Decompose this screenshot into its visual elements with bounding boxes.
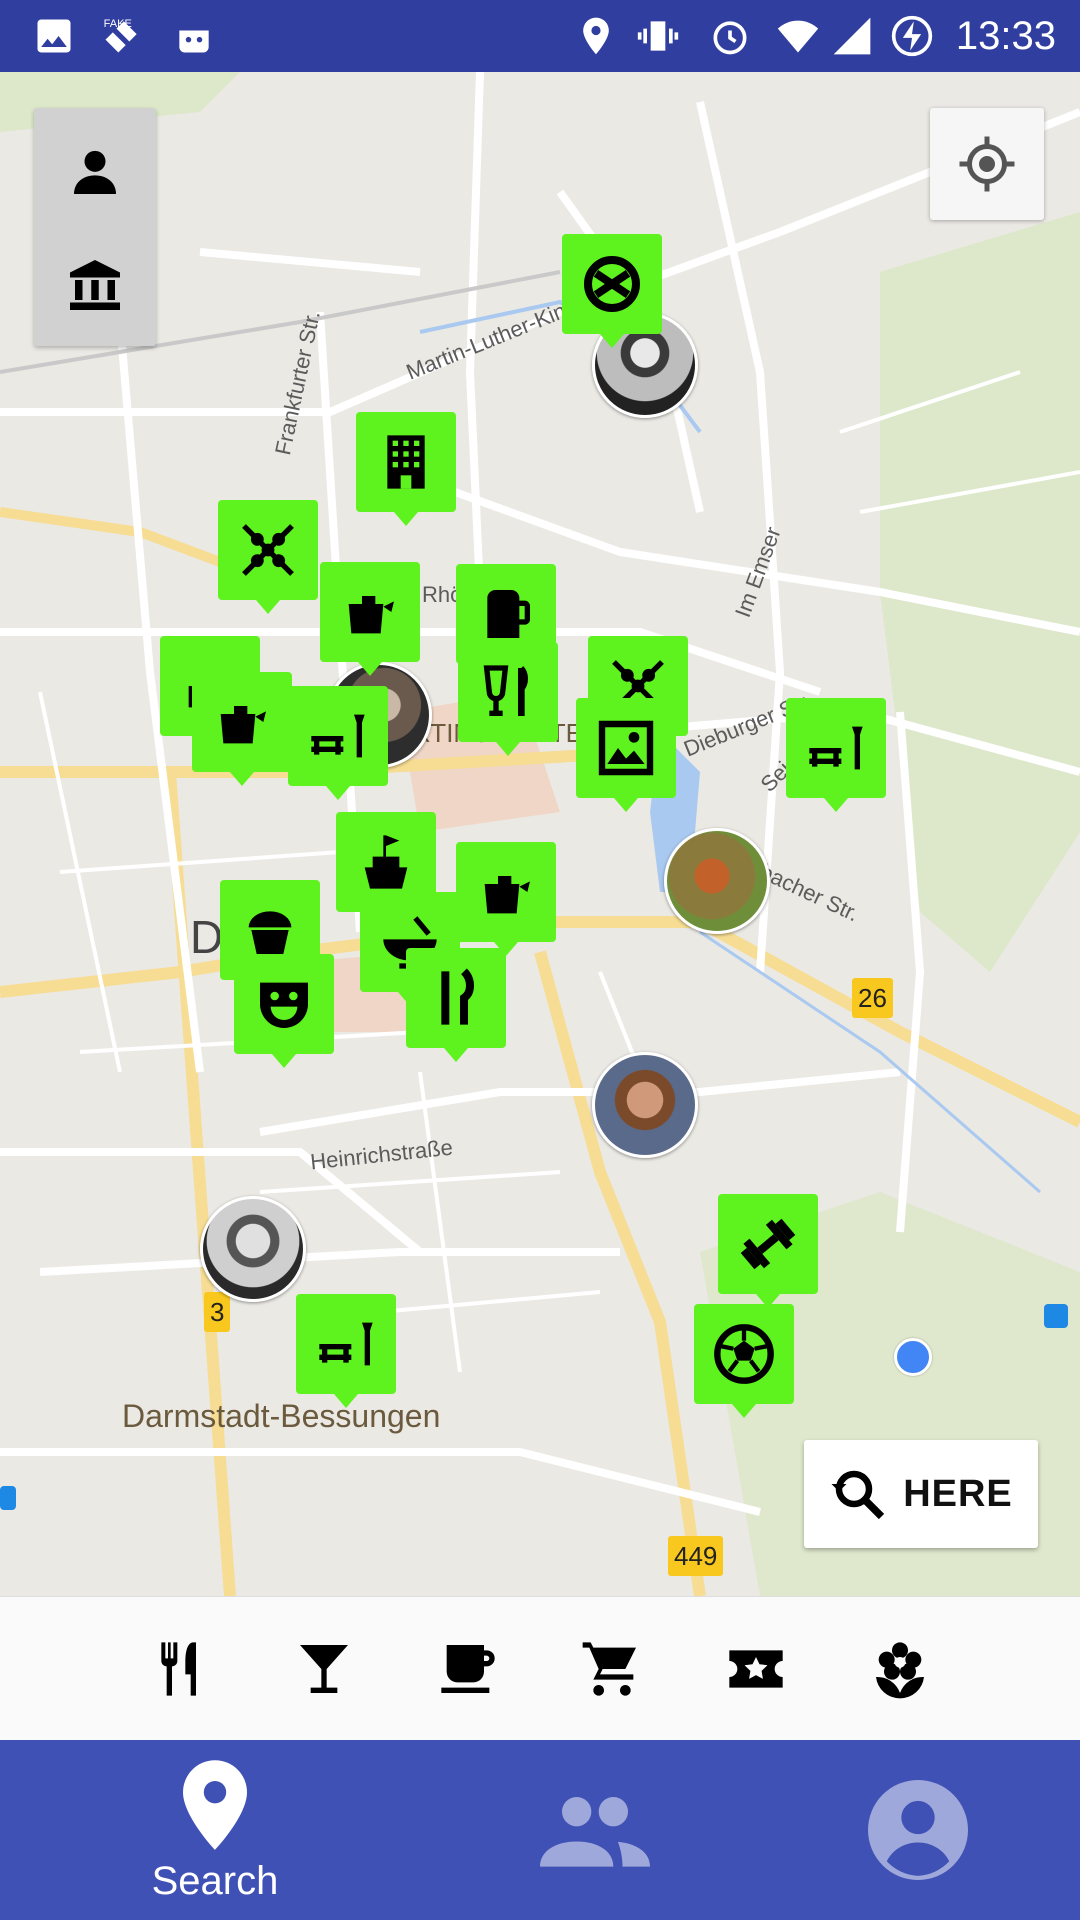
- road-shield: 26: [852, 978, 893, 1018]
- layer-toolbar: [34, 108, 156, 346]
- ticket-star-icon[interactable]: [718, 1631, 794, 1707]
- svg-text:FAKE: FAKE: [104, 18, 132, 30]
- fox-avatar[interactable]: [664, 828, 770, 934]
- museum-icon[interactable]: [34, 230, 156, 340]
- map-view[interactable]: Martin-Luther-King-R Frankfurter Str. Rh…: [0, 72, 1080, 1596]
- district-label: Darmstadt-Bessungen: [122, 1398, 441, 1434]
- battery-charging-icon: [891, 15, 933, 57]
- dumbbell-icon[interactable]: [718, 1194, 818, 1308]
- teapot-icon[interactable]: [192, 672, 292, 786]
- vibrate-icon: [637, 21, 679, 51]
- park-bench-icon[interactable]: [288, 686, 388, 800]
- bearded-man-avatar[interactable]: [592, 1052, 698, 1158]
- map-pin-icon: [183, 1759, 247, 1850]
- signal-icon: [833, 17, 871, 55]
- shopping-cart-icon[interactable]: [574, 1631, 650, 1707]
- clock: 13:33: [955, 14, 1056, 58]
- coffee-cup-icon[interactable]: [430, 1631, 506, 1707]
- district-label: D: [190, 911, 224, 963]
- bar-cocktail-icon[interactable]: [286, 1631, 362, 1707]
- park-bench-icon[interactable]: [296, 1294, 396, 1408]
- flower-icon[interactable]: [862, 1631, 938, 1707]
- my-location-button[interactable]: [930, 108, 1044, 220]
- road-shield: 3: [204, 1292, 231, 1332]
- location-icon: [583, 17, 609, 55]
- restaurant-icon[interactable]: [142, 1631, 218, 1707]
- knife-fork-icon[interactable]: [406, 948, 506, 1062]
- account-circle-icon: [868, 1780, 968, 1880]
- road-shield: 449: [668, 1536, 724, 1576]
- theater-masks-icon[interactable]: [234, 954, 334, 1068]
- status-bar: FAKE 13:33: [0, 0, 1080, 72]
- nav-search[interactable]: Search: [110, 1740, 320, 1920]
- image-icon: [37, 19, 71, 53]
- hotel-building-icon[interactable]: [356, 412, 456, 526]
- gallery-image-icon[interactable]: [576, 698, 676, 812]
- bottom-navigation: Search: [0, 1740, 1080, 1920]
- soccer-ball-icon[interactable]: [694, 1304, 794, 1418]
- pretzel-icon[interactable]: [562, 234, 662, 348]
- wifi-icon: [777, 20, 819, 53]
- fake-gps-icon: FAKE: [104, 18, 137, 53]
- nav-profile[interactable]: [856, 1740, 980, 1920]
- current-location-dot: [894, 1338, 932, 1376]
- android-robot-icon: [179, 19, 209, 53]
- category-bar: [0, 1596, 1080, 1741]
- teapot-icon[interactable]: [456, 842, 556, 956]
- alarm-icon: [713, 21, 747, 55]
- search-here-label: HERE: [903, 1472, 1013, 1515]
- nav-search-label: Search: [151, 1858, 279, 1903]
- cross-skewers-icon[interactable]: [218, 500, 318, 614]
- scientist-avatar[interactable]: [200, 1196, 306, 1302]
- teapot-icon[interactable]: [320, 562, 420, 676]
- crosshair-icon: [959, 136, 1015, 192]
- nav-friends[interactable]: [480, 1740, 710, 1920]
- glass-cutlery-icon[interactable]: [458, 642, 558, 756]
- person-icon[interactable]: [34, 118, 156, 228]
- search-refresh-icon: [831, 1470, 885, 1520]
- search-here-button[interactable]: HERE: [804, 1440, 1038, 1548]
- people-icon: [540, 1797, 650, 1867]
- park-bench-icon[interactable]: [786, 698, 886, 812]
